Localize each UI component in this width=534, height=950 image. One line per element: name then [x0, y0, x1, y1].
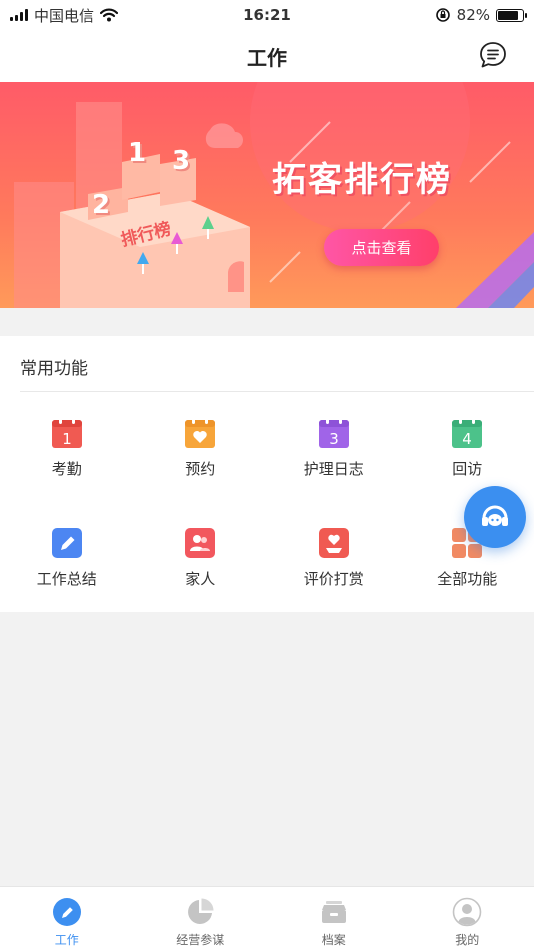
- feature-care-log[interactable]: 3 护理日志: [267, 416, 401, 526]
- feature-label: 家人: [185, 570, 216, 588]
- feature-all-functions[interactable]: 全部功能: [401, 526, 534, 636]
- svg-text:4: 4: [462, 430, 472, 448]
- feature-label: 护理日志: [303, 460, 364, 478]
- tab-label: 档案: [321, 933, 346, 947]
- svg-text:3: 3: [329, 430, 339, 448]
- reward-icon: [318, 528, 349, 558]
- headset-icon: [482, 505, 508, 526]
- podium-number-2: 2: [92, 190, 111, 220]
- tab-label: 我的: [455, 933, 480, 947]
- feature-attendance[interactable]: 1 考勤: [0, 416, 134, 526]
- banner-illustration: [14, 82, 534, 308]
- signal-icon: [10, 9, 28, 21]
- svg-text:1: 1: [62, 430, 72, 448]
- feature-review-reward[interactable]: 评价打赏: [267, 526, 401, 636]
- tab-work[interactable]: 工作: [0, 887, 134, 950]
- calendar-heart-icon: [185, 417, 216, 448]
- feature-appointment[interactable]: 预约: [134, 416, 268, 526]
- family-icon: [185, 528, 216, 558]
- bottom-tab-bar: 工作 经营参谋 档案 我的: [0, 886, 534, 950]
- banner-title: 拓客排行榜: [272, 160, 452, 200]
- feature-label: 考勤: [51, 460, 82, 478]
- tab-label: 经营参谋: [176, 933, 225, 947]
- calendar-4-icon: 4: [452, 417, 483, 448]
- pencil-circle-icon: [52, 898, 81, 926]
- promo-banner[interactable]: 1 2 3 排行榜 拓客排行榜 点击查看: [0, 82, 534, 308]
- calendar-3-icon: 3: [318, 417, 349, 448]
- feature-label: 回访: [452, 460, 483, 478]
- carrier-label: 中国电信: [34, 6, 95, 25]
- feature-label: 工作总结: [36, 570, 97, 588]
- section-title: 常用功能: [20, 359, 88, 379]
- tab-business-advisor[interactable]: 经营参谋: [134, 887, 268, 950]
- feature-work-summary[interactable]: 工作总结: [0, 526, 134, 636]
- message-icon[interactable]: [478, 40, 508, 70]
- pencil-icon: [51, 528, 82, 558]
- feature-label: 全部功能: [437, 570, 498, 588]
- feature-label: 评价打赏: [303, 570, 364, 588]
- feature-label: 预约: [185, 460, 216, 478]
- orientation-lock-icon: [435, 8, 450, 22]
- common-functions-panel: 常用功能 1 考勤 预约 3 护理日志 4 回访 工作总结 家人 评价打赏 全部…: [0, 336, 534, 612]
- customer-service-button[interactable]: [464, 486, 526, 548]
- battery-percent: 82%: [456, 6, 490, 24]
- section-divider: [20, 391, 534, 392]
- podium-number-1: 1: [128, 138, 147, 168]
- user-icon: [452, 897, 482, 927]
- wifi-icon: [100, 8, 119, 22]
- tab-label: 工作: [54, 933, 79, 947]
- battery-icon: [496, 8, 527, 22]
- feature-family[interactable]: 家人: [134, 526, 268, 636]
- status-bar: 中国电信 16:21 82%: [0, 0, 534, 30]
- tab-archive[interactable]: 档案: [267, 887, 401, 950]
- podium-number-3: 3: [172, 146, 191, 176]
- status-time: 16:21: [243, 6, 291, 24]
- tab-mine[interactable]: 我的: [401, 887, 534, 950]
- archive-box-icon: [321, 901, 346, 923]
- pie-chart-icon: [188, 898, 214, 924]
- banner-view-button[interactable]: 点击查看: [324, 229, 439, 266]
- nav-bar: 工作: [0, 30, 534, 82]
- calendar-1-icon: 1: [51, 417, 82, 448]
- feature-grid: 1 考勤 预约 3 护理日志 4 回访 工作总结 家人 评价打赏 全部功能: [0, 416, 534, 636]
- page-title: 工作: [247, 45, 287, 70]
